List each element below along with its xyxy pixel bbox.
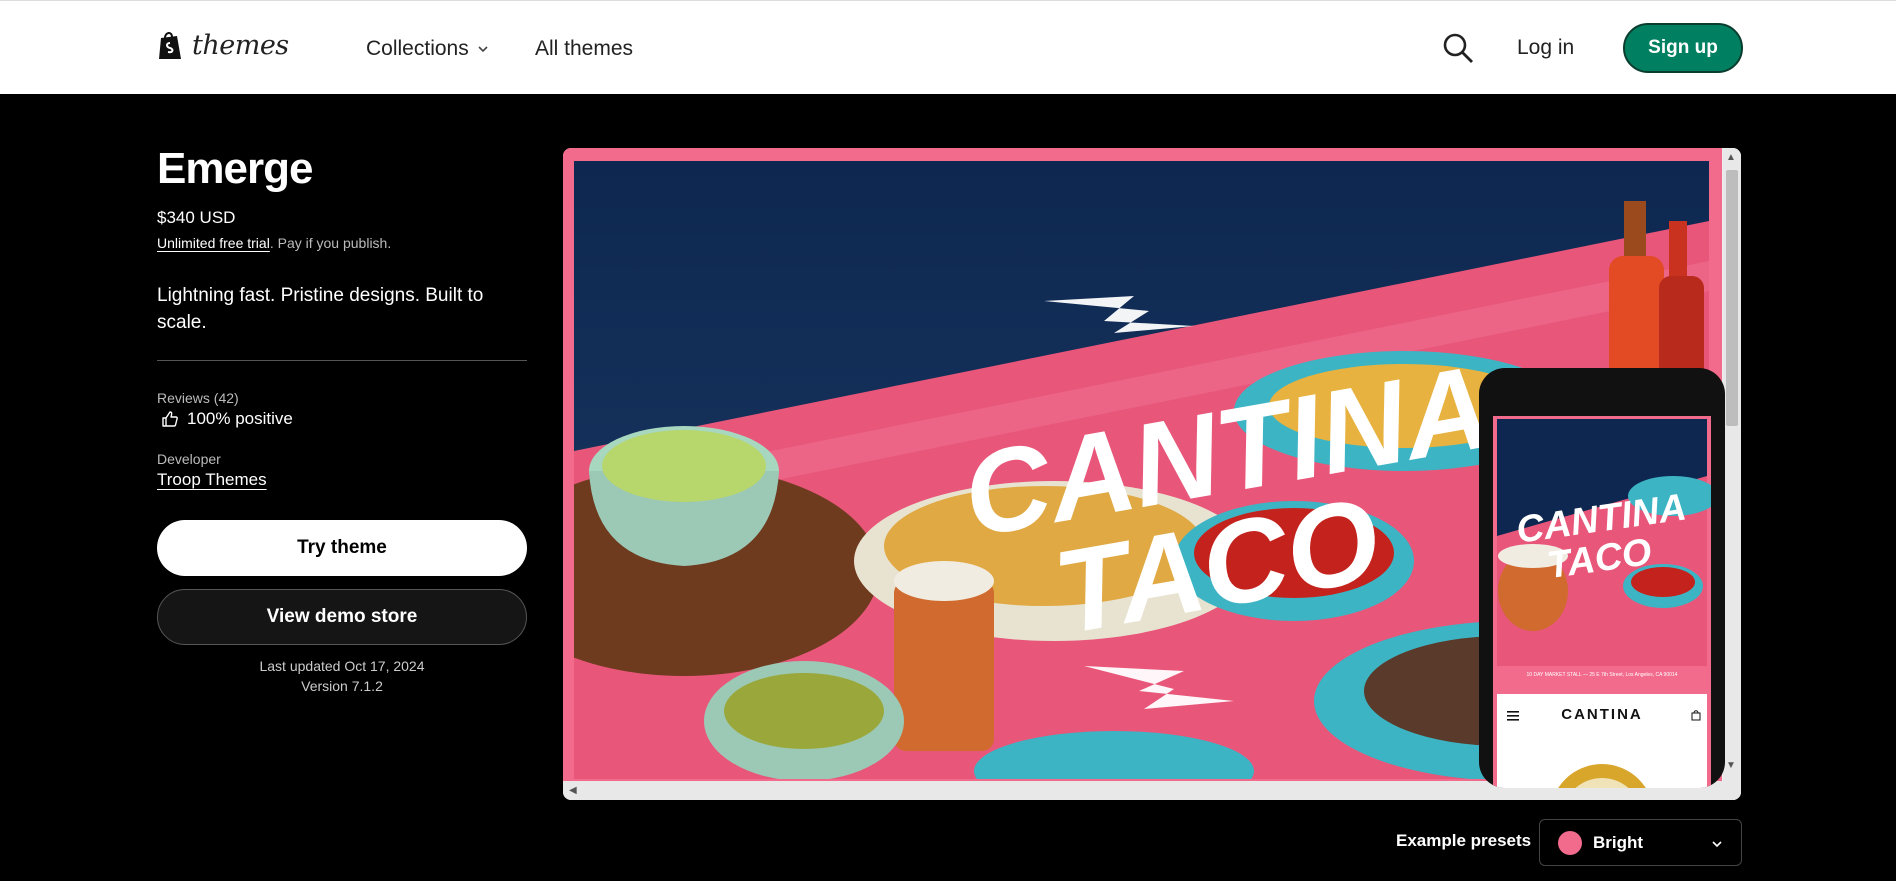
nav-all-themes[interactable]: All themes bbox=[535, 37, 633, 61]
mobile-announcement: 10 DAY MARKET STALL — 25 E 7th Street, L… bbox=[1526, 672, 1678, 678]
theme-price: $340 USD bbox=[157, 208, 236, 227]
mobile-header: CANTINA bbox=[1497, 694, 1707, 788]
logo-wordmark: themes bbox=[192, 29, 289, 61]
view-demo-button[interactable]: View demo store bbox=[157, 589, 527, 645]
mobile-screen: CANTINA TACO 10 DAY MARKET STALL — 25 E … bbox=[1493, 416, 1711, 788]
top-nav: themes Collections All themes Log in Sig… bbox=[0, 0, 1896, 94]
nav-collections-label: Collections bbox=[366, 37, 469, 60]
divider bbox=[157, 360, 527, 361]
mobile-preview: CANTINA TACO 10 DAY MARKET STALL — 25 E … bbox=[1479, 368, 1725, 788]
scroll-down-icon[interactable]: ▼ bbox=[1726, 760, 1736, 771]
version: Version 7.1.2 bbox=[301, 678, 383, 694]
scrollbar-thumb[interactable] bbox=[1726, 170, 1738, 426]
presets-label: Example presets bbox=[1396, 831, 1532, 850]
scroll-left-icon[interactable]: ◀ bbox=[569, 785, 577, 796]
shopify-themes-logo[interactable]: themes bbox=[157, 29, 289, 61]
developer-label: Developer bbox=[157, 451, 221, 467]
login-link[interactable]: Log in bbox=[1517, 36, 1574, 60]
theme-title: Emerge bbox=[157, 144, 313, 193]
nav-all-themes-label: All themes bbox=[535, 37, 634, 60]
nav-collections[interactable]: Collections bbox=[366, 37, 489, 61]
preset-color-swatch bbox=[1558, 830, 1582, 855]
developer-link[interactable]: Troop Themes bbox=[157, 470, 267, 490]
trial-note: Unlimited free trial. Pay if you publish… bbox=[157, 235, 391, 251]
scroll-up-icon[interactable]: ▲ bbox=[1726, 152, 1736, 163]
mobile-food-image bbox=[1558, 764, 1646, 788]
theme-tagline: Lightning fast. Pristine designs. Built … bbox=[157, 285, 484, 333]
bag-icon bbox=[1691, 710, 1701, 721]
preset-selected: Bright bbox=[1593, 832, 1644, 852]
mobile-brand: CANTINA bbox=[1561, 706, 1643, 723]
free-trial-link[interactable]: Unlimited free trial bbox=[157, 235, 270, 251]
signup-button[interactable]: Sign up bbox=[1623, 23, 1743, 73]
search-icon[interactable] bbox=[1442, 32, 1474, 64]
thumbs-up-icon bbox=[162, 411, 178, 427]
trial-note-text: . Pay if you publish. bbox=[269, 235, 392, 251]
last-updated: Last updated Oct 17, 2024 bbox=[259, 658, 425, 674]
chevron-down-icon bbox=[478, 46, 488, 53]
positive-text: 100% positive bbox=[187, 409, 293, 428]
reviews-positive: 100% positive bbox=[161, 409, 293, 429]
preset-select[interactable]: Bright bbox=[1539, 819, 1742, 866]
chevron-down-icon bbox=[1712, 841, 1722, 848]
reviews-label[interactable]: Reviews (42) bbox=[157, 390, 239, 406]
shopify-bag-icon bbox=[159, 32, 181, 59]
try-theme-button[interactable]: Try theme bbox=[157, 520, 527, 576]
mobile-hero-illustration: CANTINA TACO bbox=[1497, 419, 1711, 666]
